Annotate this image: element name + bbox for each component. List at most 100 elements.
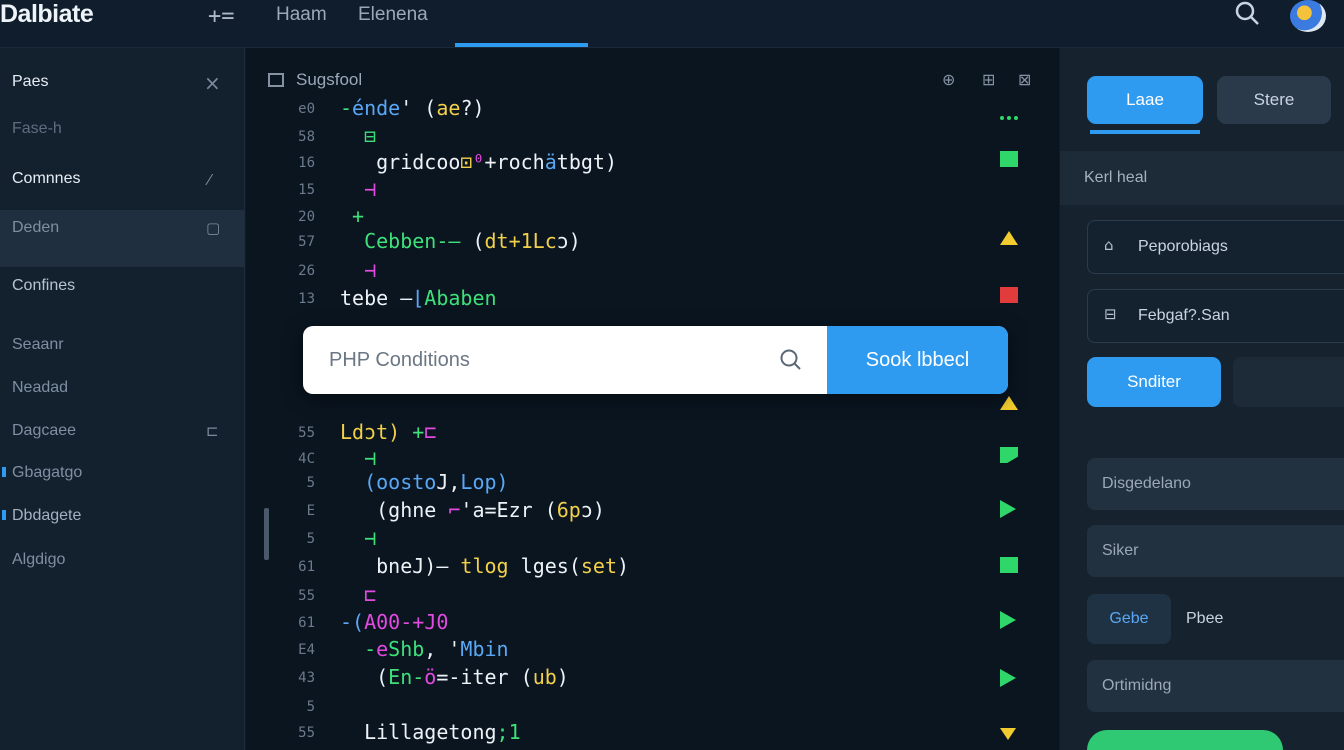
code-token: Ldɔt) (340, 420, 401, 444)
sidebar-item-5[interactable]: Seaanr (12, 336, 64, 354)
code-token: , ' (424, 637, 461, 661)
sidebar-item-9[interactable]: Dbdagete (12, 507, 81, 525)
code-line[interactable]: -eShb, 'Mbin (340, 637, 509, 661)
code-line[interactable]: ⊣ (340, 526, 376, 550)
code-token: énde (352, 96, 401, 120)
code-token: +roch (484, 150, 545, 174)
code-token: ⊣ (340, 258, 377, 282)
code-line[interactable]: ⊣ (340, 446, 376, 470)
code-token: ɔ) (556, 229, 581, 253)
code-token: set (580, 554, 617, 578)
code-line[interactable]: (oostoJ,Lop) (340, 470, 509, 494)
file-icon (268, 73, 284, 87)
code-token: ( (532, 498, 557, 522)
code-line[interactable]: tebe —⌊Ababen (340, 286, 497, 310)
marker-square-icon (1000, 557, 1018, 573)
line-number: 16 (298, 155, 315, 171)
code-line[interactable]: -(A00-+J0 (340, 610, 448, 634)
line-number: 4C (298, 451, 315, 467)
run-icon[interactable] (1000, 500, 1016, 518)
sidebar-item-10[interactable]: Algdigo (12, 551, 65, 569)
sidebar-item-0[interactable]: Paes (12, 73, 48, 91)
close-icon[interactable]: × (204, 71, 221, 95)
code-line[interactable]: gridcoo⊡⁰+rochätbgt) (340, 150, 617, 174)
code-line[interactable]: ⊣ (340, 258, 376, 282)
line-number: E (306, 503, 315, 519)
code-token: + (340, 204, 365, 228)
code-token: ɔ) (580, 498, 605, 522)
code-token: ( (460, 229, 485, 253)
edit-icon[interactable]: ⁄ (208, 171, 211, 189)
run-icon[interactable] (1000, 669, 1016, 687)
code-token: ⊟ (340, 124, 377, 148)
image-icon[interactable]: ⊠ (1018, 70, 1031, 89)
error-icon (1000, 287, 1018, 303)
sidebar-item-3[interactable]: Deden (12, 219, 59, 237)
code-line[interactable]: Cebben-— (dt+1Lcɔ) (340, 229, 581, 253)
submit-button[interactable]: Snditer (1087, 357, 1221, 407)
code-token: ö (424, 665, 437, 689)
marker-square-icon (1000, 151, 1018, 167)
field-1-label: Disgedelano (1102, 475, 1191, 492)
square-icon[interactable]: ▢ (206, 219, 220, 237)
code-token: ä (544, 150, 557, 174)
field-2-label: Siker (1102, 542, 1139, 559)
search-icon[interactable] (1234, 0, 1260, 26)
code-token: 'a=Ezr (460, 498, 533, 522)
code-token: Cebben-— (340, 229, 461, 253)
line-number: 61 (298, 615, 315, 631)
code-line[interactable]: (En-ö=-iter (ub) (340, 665, 569, 689)
code-token: , (448, 470, 461, 494)
code-token: J (436, 470, 449, 494)
code-line[interactable]: ⊣ (340, 177, 376, 201)
field-3-label: Ortimidng (1102, 677, 1172, 694)
code-line[interactable]: ⊏ (340, 583, 376, 607)
code-line[interactable]: ⊟ (340, 124, 376, 148)
code-token: ⁰ (472, 150, 485, 174)
search-input[interactable] (303, 326, 827, 394)
chevron-down-icon[interactable] (1000, 728, 1016, 740)
add-tab-button[interactable]: += (208, 4, 235, 29)
code-line[interactable]: bneJ)— tlog lges(set) (340, 554, 629, 578)
search-icon[interactable] (778, 347, 804, 373)
code-token: Shb (388, 637, 425, 661)
sidebar-item-4[interactable]: Confines (12, 277, 75, 295)
sidebar-item-7[interactable]: Dagcaee (12, 422, 76, 440)
avatar[interactable] (1290, 0, 1326, 32)
run-icon[interactable] (1000, 611, 1016, 629)
grid-icon[interactable]: ⊞ (982, 70, 995, 89)
warning-icon (1000, 396, 1018, 410)
code-line[interactable]: -énde' (ae?) (340, 96, 485, 120)
code-token: tbgt) (556, 150, 617, 174)
tab-1[interactable]: Haam (276, 4, 327, 26)
secondary-field[interactable] (1233, 357, 1344, 407)
editor-title: Sugsfool (296, 70, 363, 89)
code-token: ;1 (496, 720, 521, 744)
code-line[interactable]: + (340, 204, 364, 228)
search-button[interactable]: Sook lbbecl (827, 326, 1008, 394)
code-line[interactable]: (ghne ⌐'a=Ezr (6pɔ) (340, 498, 605, 522)
tab-stere-button[interactable]: Stere (1217, 76, 1331, 124)
line-number: 5 (306, 475, 315, 491)
tab-laae-button[interactable]: Laae (1087, 76, 1203, 124)
code-line[interactable]: Ldɔt) +⊏ (340, 420, 436, 444)
line-number: 5 (306, 531, 315, 547)
code-token: - (340, 96, 353, 120)
card-reports-label: Peporobiags (1138, 238, 1228, 255)
sidebar-item-6[interactable]: Neadad (12, 379, 68, 397)
green-action-button[interactable] (1087, 730, 1283, 750)
code-token: ' ( (400, 96, 437, 120)
code-token: ⊏ (340, 583, 377, 607)
active-tab-indicator (455, 43, 588, 47)
code-line[interactable]: Lillagetong;1 (340, 720, 521, 744)
card-feb-label: Febgaf?.San (1138, 307, 1230, 324)
sidebar-item-1[interactable]: Fase-h (12, 120, 62, 138)
tab-2[interactable]: Elenena (358, 4, 428, 26)
line-number: 5 (306, 699, 315, 715)
gebe-button[interactable]: Gebe (1087, 594, 1171, 644)
line-number: 57 (298, 234, 315, 250)
editor-scrollbar[interactable] (264, 508, 269, 560)
split-icon[interactable]: ⊕ (942, 70, 955, 89)
sidebar-item-8[interactable]: Gbagatgo (12, 464, 82, 482)
sidebar-item-2[interactable]: Comnnes (12, 170, 80, 188)
